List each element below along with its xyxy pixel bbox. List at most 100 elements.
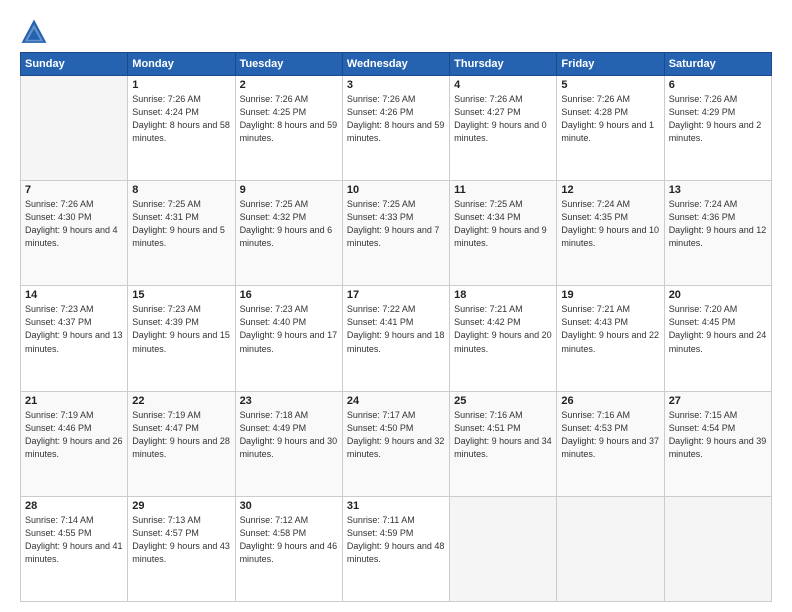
calendar-cell: 10Sunrise: 7:25 AMSunset: 4:33 PMDayligh… [342,181,449,286]
day-number: 1 [132,79,230,91]
day-info: Sunrise: 7:25 AMSunset: 4:34 PMDaylight:… [454,198,552,250]
day-info: Sunrise: 7:26 AMSunset: 4:28 PMDaylight:… [561,93,659,145]
calendar-week-row: 28 Sunrise: 7:14 AMSunset: 4:55 PMDayligh… [21,496,772,601]
calendar-cell: 27 Sunrise: 7:15 AMSunset: 4:54 PMDayligh… [664,391,771,496]
calendar-cell: 17 Sunrise: 7:22 AMSunset: 4:41 PMDayligh… [342,286,449,391]
day-number: 10 [347,184,445,196]
day-number: 31 [347,500,445,512]
calendar-cell: 5 Sunrise: 7:26 AMSunset: 4:28 PMDaylight… [557,76,664,181]
day-info: Sunrise: 7:26 AMSunset: 4:25 PMDaylight:… [240,93,338,145]
day-number: 20 [669,289,767,301]
day-info: Sunrise: 7:15 AMSunset: 4:54 PMDaylight:… [669,409,767,461]
calendar-cell: 26Sunrise: 7:16 AMSunset: 4:53 PMDayligh… [557,391,664,496]
calendar-header-row: SundayMondayTuesdayWednesdayThursdayFrid… [21,53,772,76]
day-number: 12 [561,184,659,196]
day-number: 29 [132,500,230,512]
weekday-header: Friday [557,53,664,76]
day-number: 24 [347,395,445,407]
day-info: Sunrise: 7:22 AMSunset: 4:41 PMDaylight:… [347,303,445,355]
calendar-cell: 29Sunrise: 7:13 AMSunset: 4:57 PMDayligh… [128,496,235,601]
calendar-cell: 22 Sunrise: 7:19 AMSunset: 4:47 PMDayligh… [128,391,235,496]
calendar-cell: 1Sunrise: 7:26 AMSunset: 4:24 PMDaylight… [128,76,235,181]
calendar-cell: 21 Sunrise: 7:19 AMSunset: 4:46 PMDayligh… [21,391,128,496]
calendar-cell: 31 Sunrise: 7:11 AMSunset: 4:59 PMDayligh… [342,496,449,601]
calendar-cell: 15 Sunrise: 7:23 AMSunset: 4:39 PMDayligh… [128,286,235,391]
calendar-table: SundayMondayTuesdayWednesdayThursdayFrid… [20,52,772,602]
calendar-cell: 25Sunrise: 7:16 AMSunset: 4:51 PMDayligh… [450,391,557,496]
calendar-week-row: 1Sunrise: 7:26 AMSunset: 4:24 PMDaylight… [21,76,772,181]
calendar-cell [557,496,664,601]
day-info: Sunrise: 7:23 AMSunset: 4:40 PMDaylight:… [240,303,338,355]
calendar-cell: 23Sunrise: 7:18 AMSunset: 4:49 PMDayligh… [235,391,342,496]
day-number: 27 [669,395,767,407]
day-number: 28 [25,500,123,512]
day-info: Sunrise: 7:21 AMSunset: 4:42 PMDaylight:… [454,303,552,355]
day-number: 25 [454,395,552,407]
day-info: Sunrise: 7:12 AMSunset: 4:58 PMDaylight:… [240,514,338,566]
calendar-cell [450,496,557,601]
calendar-cell: 3 Sunrise: 7:26 AMSunset: 4:26 PMDaylight… [342,76,449,181]
calendar-cell: 9 Sunrise: 7:25 AMSunset: 4:32 PMDaylight… [235,181,342,286]
day-number: 21 [25,395,123,407]
calendar-cell: 11 Sunrise: 7:25 AMSunset: 4:34 PMDayligh… [450,181,557,286]
day-number: 22 [132,395,230,407]
calendar-cell: 4Sunrise: 7:26 AMSunset: 4:27 PMDaylight… [450,76,557,181]
day-info: Sunrise: 7:21 AMSunset: 4:43 PMDaylight:… [561,303,659,355]
day-info: Sunrise: 7:26 AMSunset: 4:26 PMDaylight:… [347,93,445,145]
day-info: Sunrise: 7:14 AMSunset: 4:55 PMDaylight:… [25,514,123,566]
day-number: 17 [347,289,445,301]
calendar-cell: 7 Sunrise: 7:26 AMSunset: 4:30 PMDaylight… [21,181,128,286]
calendar-cell: 2 Sunrise: 7:26 AMSunset: 4:25 PMDaylight… [235,76,342,181]
logo [20,18,52,46]
calendar-week-row: 7 Sunrise: 7:26 AMSunset: 4:30 PMDaylight… [21,181,772,286]
day-number: 2 [240,79,338,91]
day-info: Sunrise: 7:17 AMSunset: 4:50 PMDaylight:… [347,409,445,461]
weekday-header: Monday [128,53,235,76]
day-number: 8 [132,184,230,196]
day-info: Sunrise: 7:26 AMSunset: 4:29 PMDaylight:… [669,93,767,145]
day-number: 15 [132,289,230,301]
day-info: Sunrise: 7:26 AMSunset: 4:30 PMDaylight:… [25,198,123,250]
day-info: Sunrise: 7:23 AMSunset: 4:39 PMDaylight:… [132,303,230,355]
calendar-cell: 24 Sunrise: 7:17 AMSunset: 4:50 PMDayligh… [342,391,449,496]
calendar-cell: 6 Sunrise: 7:26 AMSunset: 4:29 PMDaylight… [664,76,771,181]
weekday-header: Tuesday [235,53,342,76]
calendar-page: SundayMondayTuesdayWednesdayThursdayFrid… [0,0,792,612]
day-info: Sunrise: 7:11 AMSunset: 4:59 PMDaylight:… [347,514,445,566]
day-number: 6 [669,79,767,91]
calendar-cell [664,496,771,601]
calendar-cell: 13Sunrise: 7:24 AMSunset: 4:36 PMDayligh… [664,181,771,286]
calendar-week-row: 21 Sunrise: 7:19 AMSunset: 4:46 PMDayligh… [21,391,772,496]
day-info: Sunrise: 7:20 AMSunset: 4:45 PMDaylight:… [669,303,767,355]
calendar-cell: 16 Sunrise: 7:23 AMSunset: 4:40 PMDayligh… [235,286,342,391]
day-number: 23 [240,395,338,407]
day-number: 7 [25,184,123,196]
weekday-header: Wednesday [342,53,449,76]
day-number: 9 [240,184,338,196]
calendar-cell: 18 Sunrise: 7:21 AMSunset: 4:42 PMDayligh… [450,286,557,391]
day-number: 11 [454,184,552,196]
day-info: Sunrise: 7:25 AMSunset: 4:32 PMDaylight:… [240,198,338,250]
day-number: 16 [240,289,338,301]
weekday-header: Sunday [21,53,128,76]
header [20,18,772,46]
calendar-cell: 8 Sunrise: 7:25 AMSunset: 4:31 PMDaylight… [128,181,235,286]
day-info: Sunrise: 7:25 AMSunset: 4:31 PMDaylight:… [132,198,230,250]
weekday-header: Thursday [450,53,557,76]
day-info: Sunrise: 7:19 AMSunset: 4:47 PMDaylight:… [132,409,230,461]
day-info: Sunrise: 7:24 AMSunset: 4:35 PMDaylight:… [561,198,659,250]
day-number: 30 [240,500,338,512]
day-number: 18 [454,289,552,301]
calendar-cell: 20 Sunrise: 7:20 AMSunset: 4:45 PMDayligh… [664,286,771,391]
day-number: 5 [561,79,659,91]
logo-icon [20,18,48,46]
day-number: 3 [347,79,445,91]
calendar-cell: 14Sunrise: 7:23 AMSunset: 4:37 PMDayligh… [21,286,128,391]
calendar-cell: 12 Sunrise: 7:24 AMSunset: 4:35 PMDayligh… [557,181,664,286]
day-number: 13 [669,184,767,196]
day-info: Sunrise: 7:19 AMSunset: 4:46 PMDaylight:… [25,409,123,461]
day-number: 14 [25,289,123,301]
calendar-cell: 28 Sunrise: 7:14 AMSunset: 4:55 PMDayligh… [21,496,128,601]
calendar-cell: 30 Sunrise: 7:12 AMSunset: 4:58 PMDayligh… [235,496,342,601]
day-number: 19 [561,289,659,301]
